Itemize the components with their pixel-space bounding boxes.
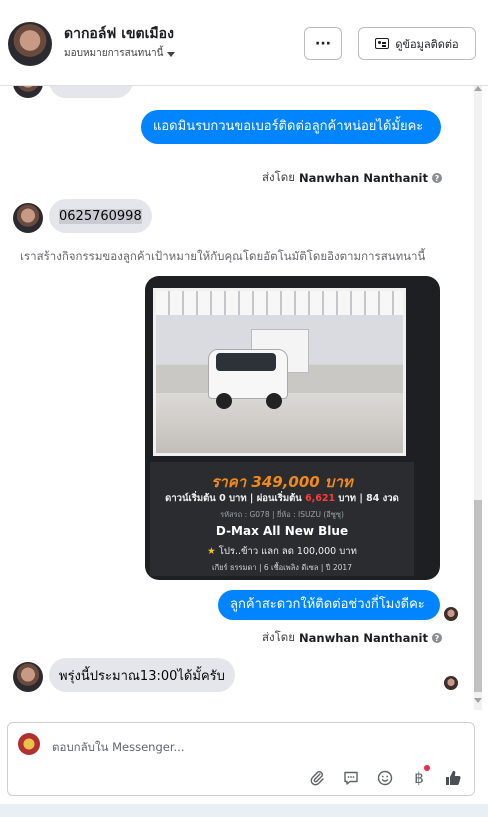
previous-incoming-message <box>49 86 133 98</box>
star-icon: ★ <box>207 546 216 557</box>
saved-reply-icon[interactable] <box>340 767 362 789</box>
ad-financing: ดาวน์เริ่มต้น 0 บาท | ผ่อนเริ่มต้น 6,621… <box>165 493 399 504</box>
help-icon[interactable]: ? <box>432 633 442 643</box>
page-avatar <box>18 733 40 755</box>
contact-avatar-small <box>13 203 43 233</box>
bottom-strip <box>0 804 488 817</box>
more-options-button[interactable]: ··· <box>304 27 342 60</box>
reply-composer: ตอบกลับใน Messenger... ฿ <box>7 722 475 796</box>
ad-model: D-Max All New Blue <box>215 524 349 538</box>
scroll-thumb[interactable] <box>474 500 482 692</box>
view-contact-info-button[interactable]: ดูข้อมูลติดต่อ <box>358 27 476 60</box>
sent-by-prefix: ส่งโดย <box>261 630 296 644</box>
help-icon[interactable]: ? <box>432 173 442 183</box>
caret-down-icon <box>167 51 176 57</box>
sent-by-label: ส่งโดย Nanwhan Nanthanit ? <box>262 169 442 187</box>
scroll-down-icon[interactable] <box>474 698 482 703</box>
sent-by-label: ส่งโดย Nanwhan Nanthanit ? <box>262 629 442 647</box>
sent-by-prefix: ส่งโดย <box>261 170 296 184</box>
truck-photo <box>153 288 406 456</box>
incoming-message: 0625760998 <box>49 199 152 233</box>
ad-info-panel: ราคา 349,000 บาท ดาวน์เริ่มต้น 0 บาท | ผ… <box>150 462 414 576</box>
conversation-header: ดากอล์ฟ เขตเมือง มอบหมายการสนทนานี้ ··· … <box>0 0 488 86</box>
view-contact-info-label: ดูข้อมูลติดต่อ <box>395 37 459 51</box>
ad-spec: รหัสรถ : G078 | ยี่ห้อ : ISUZU (อีซูซุ) <box>220 510 344 519</box>
system-notice: เราสร้างกิจกรรมของลูกค้าเป้าหมายให้กับคุ… <box>20 249 426 263</box>
incoming-message: พรุ่งนี้ประมาณ13:00ได้มั้ครับ <box>49 658 235 692</box>
contact-avatar-small <box>13 86 43 98</box>
baht-icon[interactable]: ฿ <box>408 765 430 789</box>
sender-name: Nanwhan Nanthanit <box>299 631 428 645</box>
like-icon[interactable] <box>442 767 464 789</box>
seen-avatar <box>444 607 458 621</box>
contact-avatar[interactable] <box>8 22 52 66</box>
emoji-icon[interactable] <box>374 767 396 789</box>
ad-promo: ★ โปร..ข้าว แลก ลด 100,000 บาท <box>207 546 357 557</box>
outgoing-message: แอดมินรบกวนขอเบอร์ติดต่อลูกค้าหน่อยได้มั… <box>141 110 441 144</box>
more-icon: ··· <box>315 35 331 52</box>
thread-scrollbar[interactable] <box>472 86 482 710</box>
outgoing-message: ลูกค้าสะดวกให้ติดต่อช่วงกี่โมงดีคะ <box>218 590 440 620</box>
message-thread: แอดมินรบกวนขอเบอร์ติดต่อลูกค้าหน่อยได้มั… <box>0 86 488 710</box>
contact-card-icon <box>375 38 390 49</box>
scroll-up-icon[interactable] <box>474 86 482 91</box>
car-ad-image[interactable]: ราคา 349,000 บาท ดาวน์เริ่มต้น 0 บาท | ผ… <box>145 276 440 580</box>
assign-conversation-dropdown[interactable]: มอบหมายการสนทนานี้ <box>64 46 176 61</box>
ad-footer: เกียร์ ธรรมดา | 6 เชื้อเพลิง ดีเซล | ปี … <box>212 563 352 572</box>
contact-name[interactable]: ดากอล์ฟ เขตเมือง <box>64 23 174 45</box>
contact-avatar-small <box>13 662 43 692</box>
attach-icon[interactable] <box>306 767 328 789</box>
composer-toolbar: ฿ <box>306 765 464 789</box>
reply-input[interactable]: ตอบกลับใน Messenger... <box>52 739 184 757</box>
assign-label: มอบหมายการสนทนานี้ <box>64 48 164 59</box>
phone-number-text[interactable]: 0625760998 <box>59 208 142 224</box>
notification-dot <box>424 765 430 771</box>
seen-avatar <box>444 676 458 690</box>
sender-name: Nanwhan Nanthanit <box>299 171 428 185</box>
